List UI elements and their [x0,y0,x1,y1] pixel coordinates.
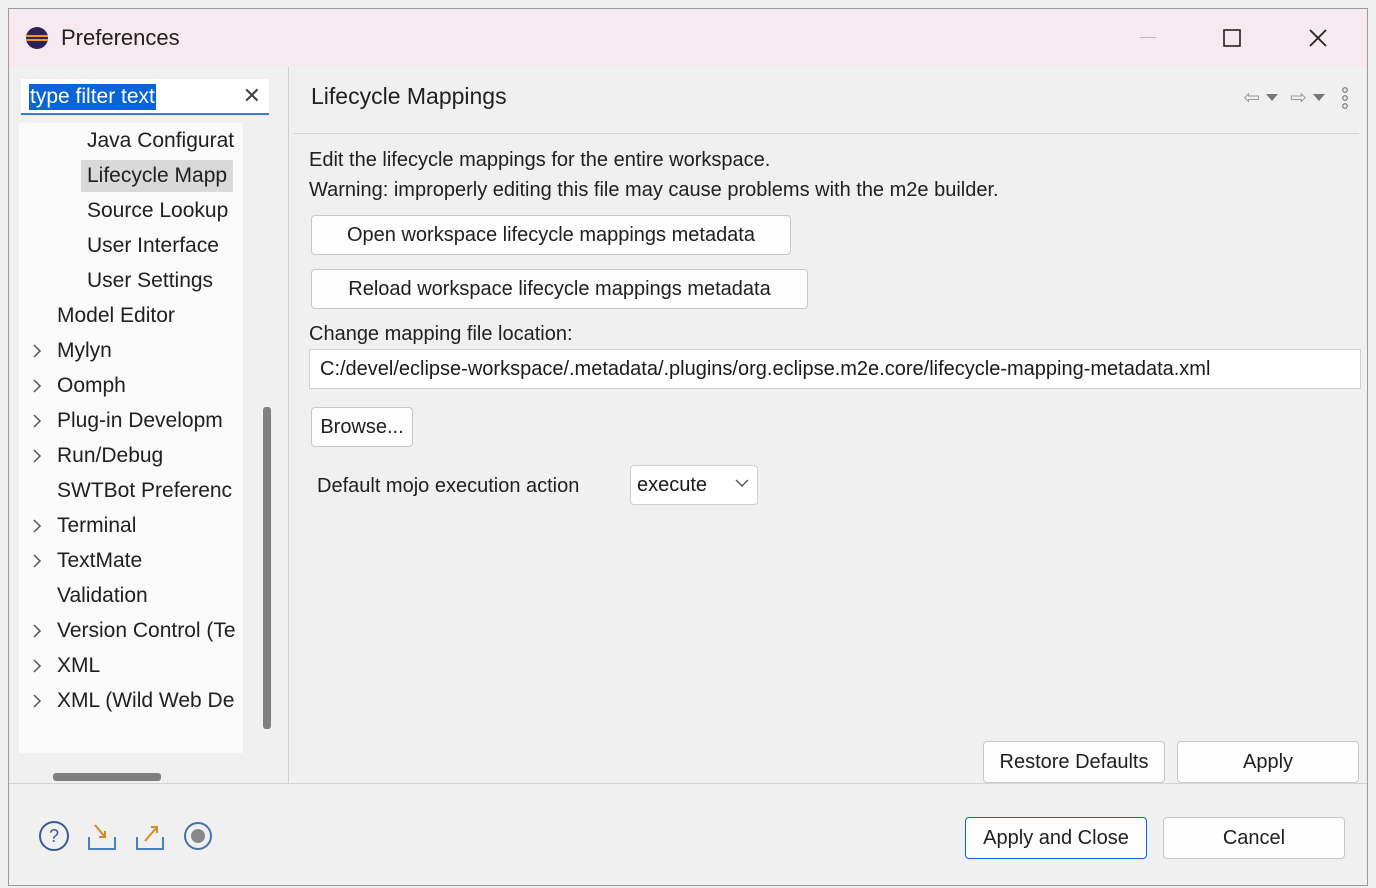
window-title: Preferences [61,25,180,50]
tree-item[interactable]: User Interface [81,230,225,262]
tree-item-label: Validation [57,584,148,607]
chevron-right-icon[interactable] [31,412,43,430]
page-navigation: ⇦ ⇨ [1243,85,1349,110]
chevron-right-icon[interactable] [31,657,43,675]
tree-item[interactable]: Plug-in Developm [33,405,229,437]
tree-vertical-scrollbar[interactable] [263,407,271,729]
maximize-icon [1223,29,1241,47]
close-icon [1309,29,1327,47]
tree-item-label: XML [57,654,101,677]
tree-item-label: Lifecycle Mapp [87,164,228,187]
preferences-window: Preferences type filter text ✕ Java Conf… [8,8,1368,886]
description-text: Edit the lifecycle mappings for the enti… [309,149,771,171]
eclipse-logo-icon [26,27,48,49]
filter-text: type filter text [29,84,156,110]
chevron-down-icon [735,479,749,487]
tree-item[interactable]: Oomph [33,370,132,402]
restore-defaults-button[interactable]: Restore Defaults [983,741,1165,783]
chevron-right-icon[interactable] [31,342,43,360]
tree-item-label: Run/Debug [57,444,164,467]
tree-item[interactable]: Source Lookup [81,195,234,227]
tree-item-label: Mylyn [57,339,112,362]
tree-item-label: Source Lookup [87,199,229,222]
preference-tree-panel: type filter text ✕ Java Configurat Lifecy… [19,67,273,781]
tree-item[interactable]: Validation [51,580,154,612]
mojo-action-select[interactable]: execute [630,465,758,505]
reload-metadata-button[interactable]: Reload workspace lifecycle mappings meta… [311,269,808,309]
mojo-action-value: execute [637,474,708,496]
tree-item[interactable]: Terminal [33,510,142,542]
header-separator [293,133,1359,134]
chevron-right-icon[interactable] [31,622,43,640]
tree-item-label: Plug-in Developm [57,409,223,432]
page-title: Lifecycle Mappings [311,83,507,109]
back-arrow-icon[interactable]: ⇦ [1243,85,1260,110]
minimize-icon [1140,37,1156,38]
tree-item[interactable]: Version Control (Te [33,615,242,647]
preference-page: Lifecycle Mappings ⇦ ⇨ Edit the lifecycl… [289,67,1367,783]
apply-button[interactable]: Apply [1177,741,1359,783]
export-icon[interactable] [133,819,167,853]
chevron-right-icon[interactable] [31,552,43,570]
chevron-right-icon[interactable] [31,517,43,535]
tree-item-label: Java Configurat [87,129,235,152]
chevron-right-icon[interactable] [31,692,43,710]
forward-arrow-icon[interactable]: ⇨ [1290,85,1307,110]
apply-and-close-button[interactable]: Apply and Close [965,817,1147,859]
tree-item[interactable]: TextMate [33,545,148,577]
tree-horizontal-scrollbar[interactable] [53,773,161,781]
tree-item[interactable]: Java Configurat [81,125,240,157]
tree-item[interactable]: Lifecycle Mapp [81,160,234,192]
chevron-right-icon[interactable] [31,377,43,395]
change-location-label: Change mapping file location: [309,323,573,345]
mojo-action-label: Default mojo execution action [317,475,580,497]
mapping-file-path-input[interactable]: C:/devel/eclipse-workspace/.metadata/.pl… [309,349,1361,389]
tree-item-label: XML (Wild Web De [57,689,235,712]
view-menu-icon[interactable] [1341,86,1349,109]
tree-item[interactable]: XML [33,650,106,682]
tree-item-label: SWTBot Preferenc [57,479,233,502]
title-bar: Preferences [9,9,1367,67]
tree-item-label: User Settings [87,269,214,292]
footer-separator [9,783,1367,784]
tree-item[interactable]: Mylyn [33,335,118,367]
preference-tree[interactable]: Java Configurat Lifecycle Mapp Source Look… [19,123,243,753]
close-button[interactable] [1279,9,1357,67]
tree-item-label: TextMate [57,549,143,572]
tree-item[interactable]: Run/Debug [33,440,169,472]
tree-item-label: Model Editor [57,304,175,327]
tree-item-label: Version Control (Te [57,619,236,642]
maximize-button[interactable] [1193,9,1271,67]
warning-text: Warning: improperly editing this file ma… [309,179,999,201]
cancel-button[interactable]: Cancel [1163,817,1345,859]
svg-text:?: ? [49,826,59,846]
record-icon[interactable] [181,819,215,853]
clear-filter-icon[interactable]: ✕ [243,83,261,109]
help-icon[interactable]: ? [37,819,71,853]
open-metadata-button[interactable]: Open workspace lifecycle mappings metada… [311,215,791,255]
minimize-button[interactable] [1109,9,1187,67]
filter-input[interactable]: type filter text ✕ [21,79,269,115]
tree-item-label: Oomph [57,374,126,397]
tree-item[interactable]: SWTBot Preferenc [51,475,238,507]
tree-item[interactable]: XML (Wild Web De [33,685,240,717]
tree-item-label: User Interface [87,234,219,257]
back-dropdown-icon[interactable] [1266,93,1279,102]
tree-item[interactable]: Model Editor [51,300,181,332]
tree-item[interactable]: User Settings [81,265,219,297]
import-icon[interactable] [85,819,119,853]
browse-button[interactable]: Browse... [311,407,413,447]
forward-dropdown-icon[interactable] [1313,93,1325,102]
chevron-right-icon[interactable] [31,447,43,465]
tree-item-label: Terminal [57,514,137,537]
footer-toolbar: ? [37,819,215,853]
